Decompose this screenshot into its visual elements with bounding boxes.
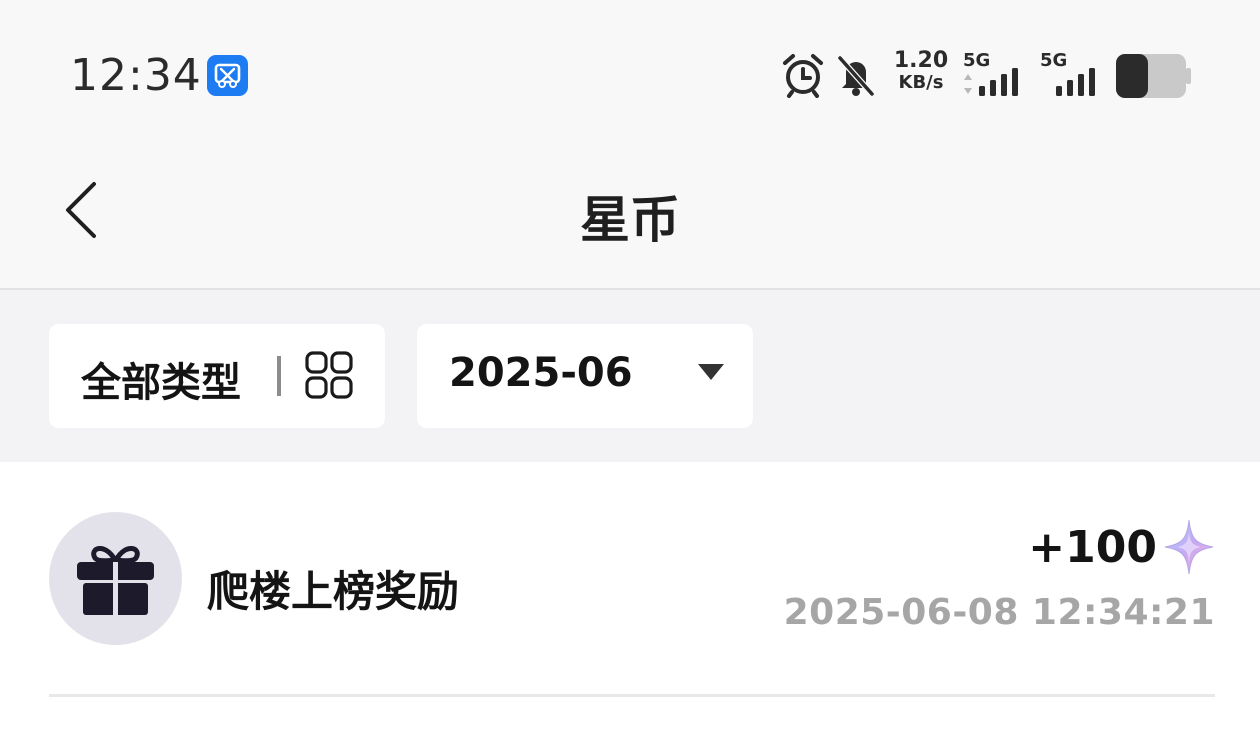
- type-filter-label: 全部类型: [81, 360, 241, 406]
- status-time: 12:34: [70, 50, 202, 101]
- filter-bar: 全部类型 2025-06: [0, 290, 1260, 462]
- battery-icon: [1116, 54, 1191, 98]
- record-title: 爬楼上榜奖励: [207, 567, 460, 616]
- status-bar: 12:34 1.20 KB/s 5G 5G: [0, 0, 1260, 140]
- page-title: 星币: [580, 191, 680, 249]
- mute-bell-icon: [837, 56, 875, 96]
- network-speed-unit: KB/s: [898, 72, 944, 93]
- app-notification-icon: [207, 55, 248, 96]
- network-speed: 1.20 KB/s: [891, 50, 951, 94]
- network-speed-value: 1.20: [893, 48, 949, 73]
- date-filter-dropdown[interactable]: 2025-06: [417, 324, 753, 428]
- sim2-signal-bars-icon: [1056, 68, 1095, 96]
- gift-icon: [77, 546, 154, 615]
- date-filter-value: 2025-06: [449, 350, 633, 396]
- grid-icon: [305, 351, 353, 399]
- filter-divider: [277, 356, 281, 396]
- star-icon: [1164, 519, 1214, 575]
- record-amount: +100: [1028, 522, 1157, 573]
- type-filter-button[interactable]: 全部类型: [49, 324, 385, 428]
- alarm-icon: [783, 54, 823, 98]
- record-avatar: [49, 512, 182, 645]
- caret-down-icon: [698, 364, 724, 380]
- navigation-bar: 星币: [0, 140, 1260, 290]
- list-item[interactable]: 爬楼上榜奖励 +100 2025-06-08 12:34:21: [49, 462, 1215, 697]
- record-timestamp: 2025-06-08 12:34:21: [783, 592, 1215, 633]
- sim1-signal-bars-icon: [964, 68, 1018, 96]
